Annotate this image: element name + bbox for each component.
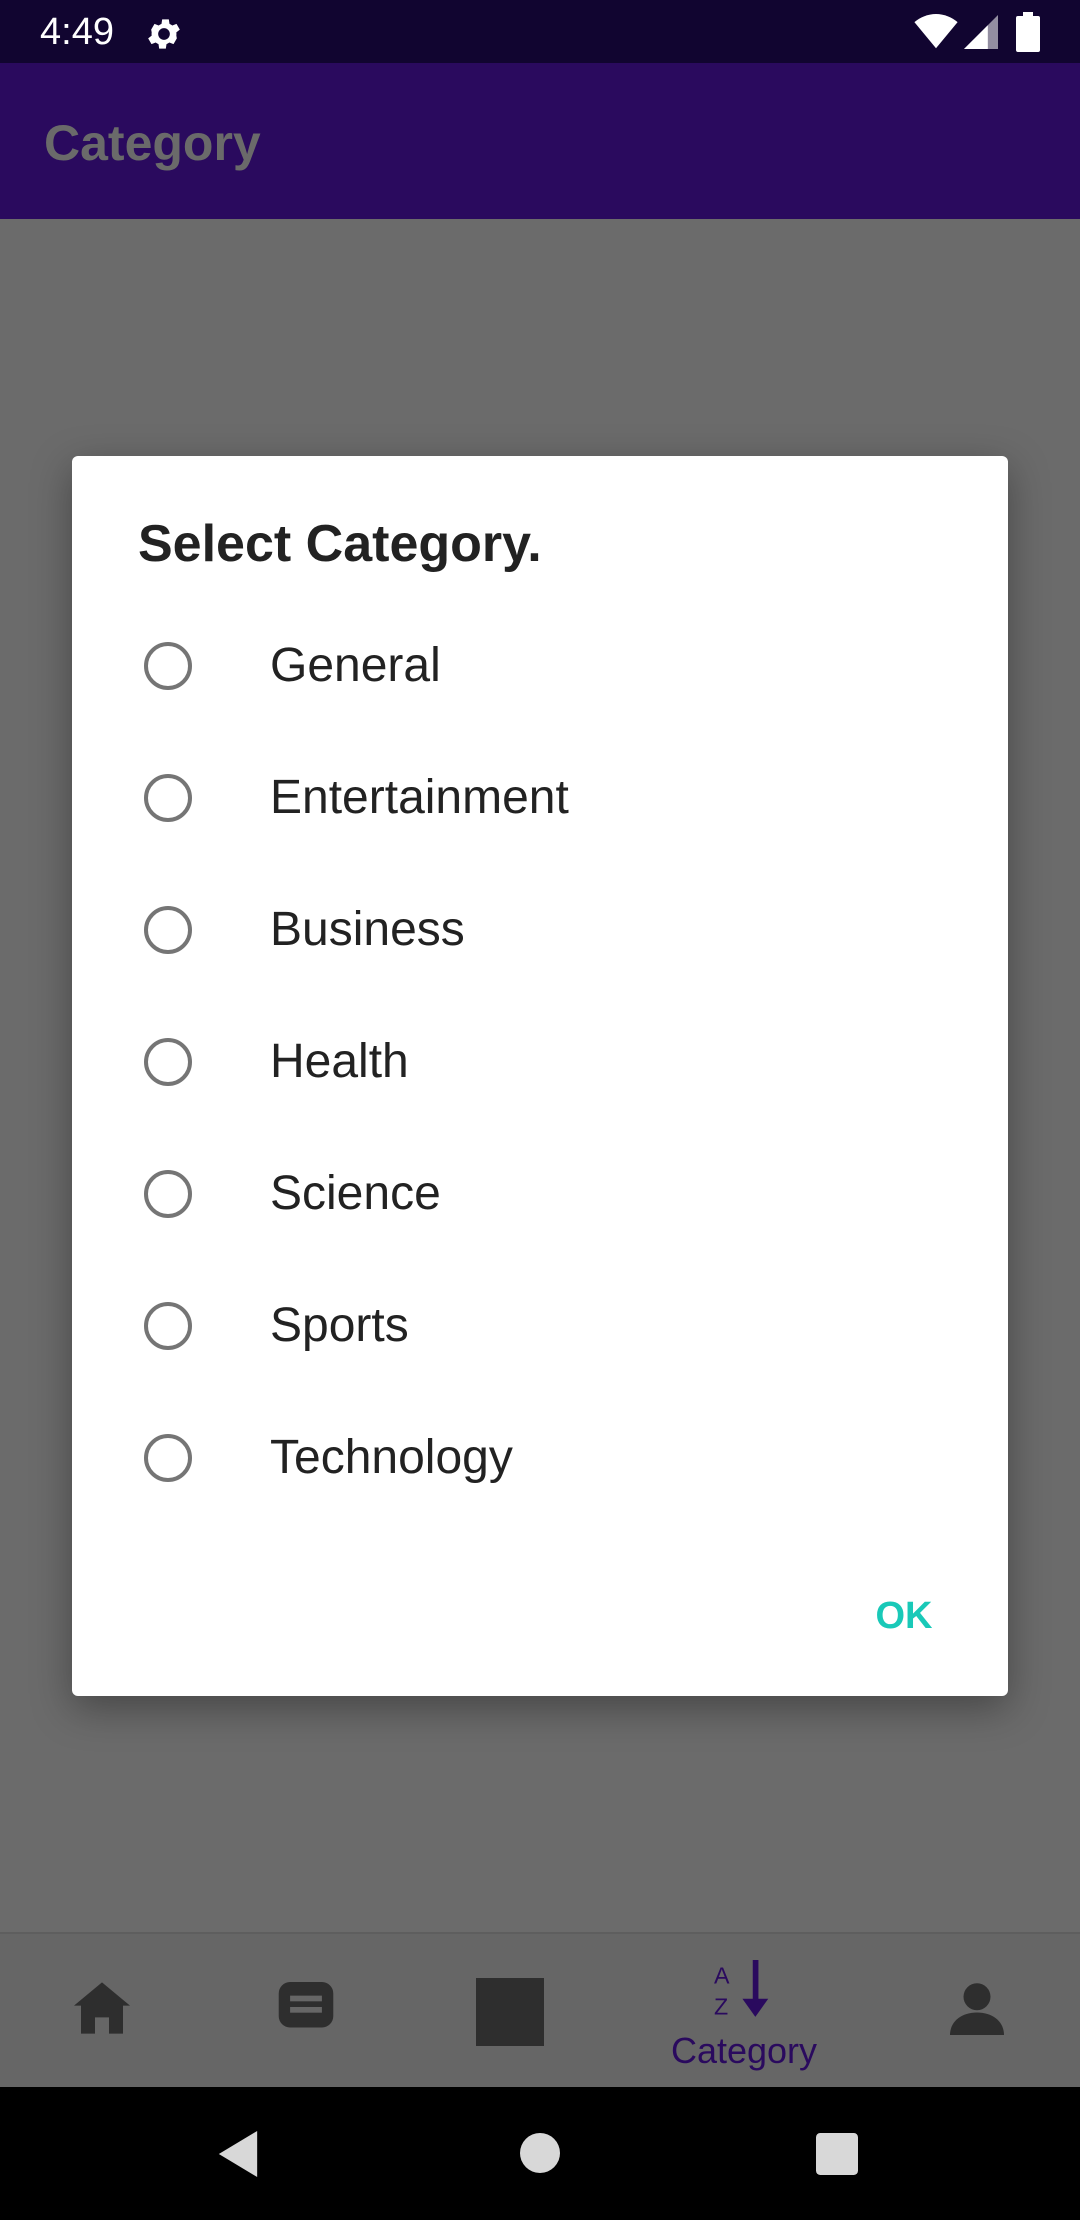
- back-icon[interactable]: [218, 2131, 258, 2177]
- option-entertainment[interactable]: Entertainment: [72, 734, 1008, 866]
- system-navigation-bar: [0, 2087, 1080, 2220]
- option-technology[interactable]: Technology: [72, 1394, 1008, 1526]
- option-label: Entertainment: [270, 771, 569, 824]
- ok-button[interactable]: OK: [844, 1576, 964, 1656]
- chat-icon: [278, 1982, 334, 2028]
- option-business[interactable]: Business: [72, 866, 1008, 998]
- nav-item-profile[interactable]: [876, 1934, 1080, 2089]
- option-sports[interactable]: Sports: [72, 1262, 1008, 1394]
- battery-icon: [1016, 12, 1040, 52]
- option-general[interactable]: General: [72, 602, 1008, 734]
- square-icon: [476, 1978, 544, 2046]
- radio-button[interactable]: [144, 1434, 192, 1482]
- person-icon: [950, 1983, 1004, 2035]
- svg-text:A: A: [714, 1962, 730, 1988]
- radio-button[interactable]: [144, 1038, 192, 1086]
- option-label: Technology: [270, 1431, 513, 1484]
- svg-text:Z: Z: [714, 1993, 728, 2019]
- nav-item-home[interactable]: [0, 1934, 204, 2089]
- option-label: General: [270, 639, 441, 692]
- select-category-dialog: Select Category. General Entertainment B…: [72, 456, 1008, 1696]
- home-circle-icon[interactable]: [520, 2133, 560, 2173]
- recents-icon[interactable]: [816, 2133, 858, 2175]
- nav-item-square[interactable]: [408, 1934, 612, 2089]
- radio-button[interactable]: [144, 1170, 192, 1218]
- nav-item-chat[interactable]: [204, 1934, 408, 2089]
- nav-item-category[interactable]: A Z Category: [642, 1934, 846, 2089]
- radio-button[interactable]: [144, 642, 192, 690]
- nav-label-category: Category: [670, 2030, 818, 2071]
- option-label: Sports: [270, 1299, 409, 1352]
- status-bar: 4:49: [0, 0, 1080, 63]
- option-health[interactable]: Health: [72, 998, 1008, 1130]
- page-title: Category: [44, 115, 261, 171]
- status-time: 4:49: [40, 11, 114, 53]
- option-science[interactable]: Science: [72, 1130, 1008, 1262]
- sort-az-icon: A Z: [714, 1960, 769, 2019]
- wifi-icon: [914, 14, 958, 49]
- option-label: Science: [270, 1167, 441, 1220]
- bottom-navigation: A Z Category: [0, 1932, 1080, 2089]
- home-icon: [74, 1982, 130, 2034]
- radio-button[interactable]: [144, 906, 192, 954]
- radio-button[interactable]: [144, 1302, 192, 1350]
- app-bar: Category: [0, 63, 1080, 219]
- option-label: Health: [270, 1035, 409, 1088]
- radio-button[interactable]: [144, 774, 192, 822]
- option-label: Business: [270, 903, 465, 956]
- signal-icon: [964, 15, 998, 49]
- settings-gear-icon: [148, 19, 180, 49]
- dialog-title: Select Category.: [138, 515, 542, 573]
